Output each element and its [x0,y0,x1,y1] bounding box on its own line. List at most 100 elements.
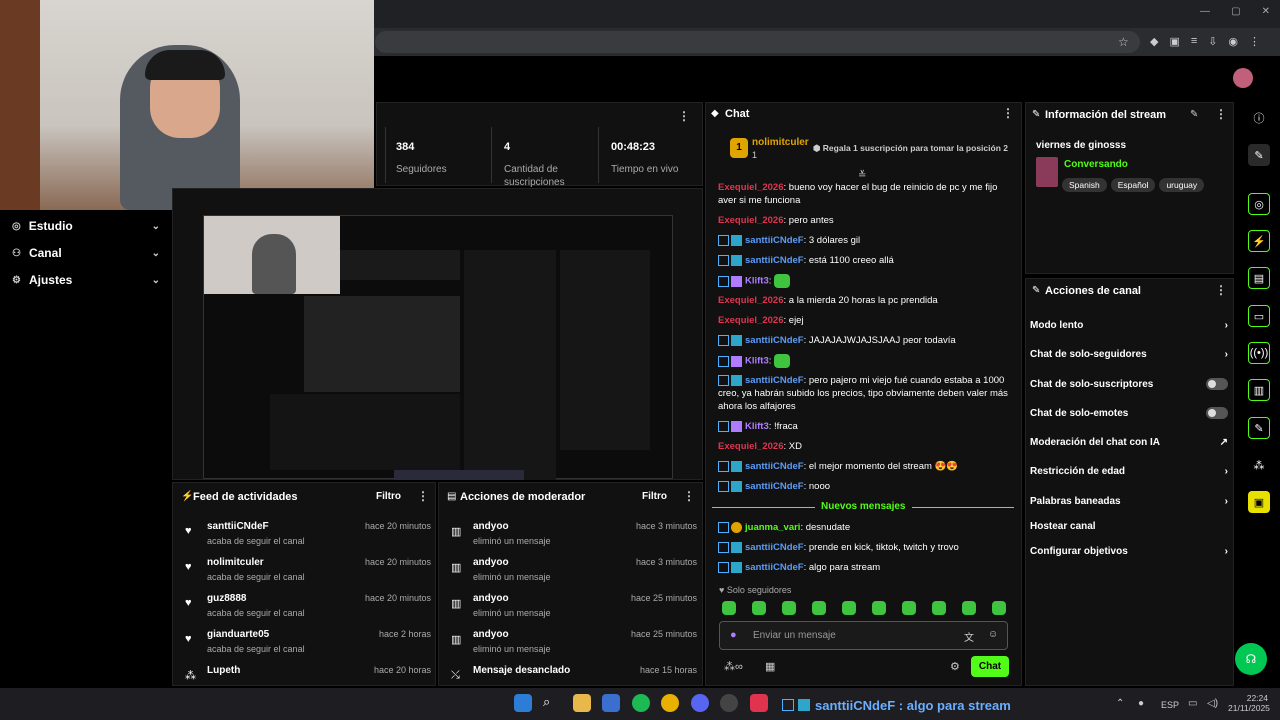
menu-icon[interactable]: ⋮ [1249,35,1260,48]
chat-username[interactable]: santtiiCNdeF [745,481,804,492]
chat-username[interactable]: santtiiCNdeF [745,461,804,472]
action-age-restriction[interactable]: Restricción de edad › [1030,460,1228,482]
discord-icon[interactable] [691,694,709,712]
collapse-icon[interactable]: ≚ [858,170,866,181]
chat-username[interactable]: Klift3 [745,356,769,367]
mic-icon[interactable]: ● [1138,698,1144,709]
chat-menu-icon[interactable]: ⋮ [1002,106,1014,120]
avatar[interactable] [1233,68,1253,88]
chat-username[interactable]: juanma_vari [745,522,800,533]
folder-icon[interactable] [573,694,591,712]
mod-filter-button[interactable]: Filtro [642,491,667,502]
action-host-channel[interactable]: Hostear canal [1030,515,1228,537]
channel-actions-menu-icon[interactable]: ⋮ [1215,283,1227,297]
support-icon[interactable]: ☊ [1235,643,1267,675]
wrench-icon[interactable]: ✎ [1248,417,1270,439]
subscribers-only-toggle[interactable] [1206,378,1228,390]
star-icon[interactable]: ☆ [1118,35,1129,49]
emote-icon[interactable] [812,601,826,615]
action-banned-words[interactable]: Palabras baneadas › [1030,490,1228,512]
action-slow-mode[interactable]: Modo lento › [1030,314,1228,336]
address-bar[interactable] [375,31,1140,53]
action-ai-moderation[interactable]: Moderación del chat con IA ↗ [1030,431,1228,453]
emote-icon[interactable] [782,601,796,615]
stream-info-menu-icon[interactable]: ⋮ [1215,107,1227,121]
document-icon[interactable]: ▤ [1248,267,1270,289]
spotify-icon[interactable] [632,694,650,712]
activity-menu-icon[interactable]: ⋮ [417,489,429,503]
stats-menu-icon[interactable]: ⋮ [678,109,690,123]
sidebar-item-ajustes[interactable]: ⚙ Ajustes ⌄ [12,268,160,292]
list-item[interactable]: ▥ andyoo eliminó un mensaje hace 25 minutos [447,627,697,661]
emote-icon[interactable] [752,601,766,615]
sidebar-item-canal[interactable]: ⚇ Canal ⌄ [12,241,160,265]
action-followers-only[interactable]: Chat de solo-seguidores › [1030,343,1228,365]
chat-username[interactable]: santtiiCNdeF [745,255,804,266]
chrome-icon[interactable] [661,694,679,712]
clock[interactable]: 22:24 21/11/2025 [1228,693,1270,713]
list-item[interactable]: ▥ andyoo eliminó un mensaje hace 3 minutos [447,519,697,553]
emote-icon[interactable] [722,601,736,615]
start-icon[interactable] [514,694,532,712]
kick-icon[interactable]: ⁂ [1248,454,1270,476]
chat-bubble-icon[interactable]: ▭ [1248,305,1270,327]
emotes-only-toggle[interactable] [1206,407,1228,419]
mod-menu-icon[interactable]: ⋮ [683,489,695,503]
list-item[interactable]: ♥ nolimitculer acaba de seguir el canal hac… [181,555,431,589]
obs-icon[interactable] [720,694,738,712]
list-item[interactable]: ▥ andyoo eliminó un mensaje hace 25 minutos [447,591,697,625]
network-icon[interactable]: ▭ [1188,698,1197,709]
action-subscribers-only[interactable]: Chat de solo-suscriptores [1030,373,1228,395]
minimize-button[interactable]: — [1200,6,1210,17]
bolt-icon[interactable]: ⚡ [1248,230,1270,252]
action-emotes-only[interactable]: Chat de solo-emotes [1030,402,1228,424]
playlist-icon[interactable]: ≡ [1191,35,1197,48]
chat-username[interactable]: santtiiCNdeF [745,335,804,346]
info-icon[interactable]: ⓘ [1248,107,1270,129]
broadcast-icon[interactable]: ((•)) [1248,342,1270,364]
sidebar-item-estudio[interactable]: ◎ Estudio ⌄ [12,214,160,238]
list-item[interactable]: ♥ santtiiCNdeF acaba de seguir el canal hac… [181,519,431,553]
emote-icon[interactable] [872,601,886,615]
puzzle-icon[interactable]: ▣ [1169,35,1179,48]
emote-icon[interactable] [932,601,946,615]
emote-icon[interactable] [962,601,976,615]
chat-username[interactable]: Exequiel_2026 [718,295,784,306]
close-button[interactable]: ✕ [1262,6,1270,17]
chat-username[interactable]: santtiiCNdeF [745,375,804,386]
clapper-icon[interactable]: ▣ [1248,491,1270,513]
volume-icon[interactable]: ◁) [1207,698,1218,709]
edit-icon[interactable]: ✎ [1190,109,1198,120]
category-thumbnail[interactable] [1036,157,1058,187]
activity-filter-button[interactable]: Filtro [376,491,401,502]
tiktok-icon[interactable] [750,694,768,712]
stream-category[interactable]: Conversando [1064,159,1128,170]
tray-chevron-icon[interactable]: ⌃ [1116,698,1124,709]
emote-icon[interactable] [902,601,916,615]
chat-username[interactable]: Exequiel_2026 [718,315,784,326]
extension-icon[interactable]: ◆ [1150,35,1158,48]
list-item[interactable]: ♥ gianduarte05 acaba de seguir el canal hac… [181,627,431,661]
store-icon[interactable]: ▦ [765,660,775,673]
action-configure-goals[interactable]: Configurar objetivos › [1030,540,1228,562]
search-icon[interactable]: ⌕ [543,694,561,712]
list-item[interactable]: ▥ andyoo eliminó un mensaje hace 3 minutos [447,555,697,589]
stream-preview-video[interactable] [203,215,673,480]
chat-username[interactable]: Exequiel_2026 [718,441,784,452]
chat-username[interactable]: Klift3 [745,421,769,432]
chat-username[interactable]: santtiiCNdeF [745,562,804,573]
list-item[interactable]: ♥ guz8888 acaba de seguir el canal hace 20 … [181,591,431,625]
window-controls[interactable]: — ▢ ✕ [1200,6,1270,17]
emote-icon[interactable] [992,601,1006,615]
gift-sub-cta[interactable]: ⬢ Regala 1 suscripción para tomar la pos… [813,143,1008,154]
camera-icon[interactable]: ◎ [1248,193,1270,215]
emote-icon[interactable] [842,601,856,615]
gear-icon[interactable]: ⚙ [950,660,960,673]
store-icon[interactable] [602,694,620,712]
chat-username[interactable]: Exequiel_2026 [718,215,784,226]
maximize-button[interactable]: ▢ [1231,6,1240,17]
chat-username[interactable]: Klift3 [745,276,769,287]
mic-icon[interactable]: ● [730,629,737,641]
language-indicator[interactable]: ESP [1161,700,1179,710]
download-icon[interactable]: ⇩ [1208,35,1217,48]
